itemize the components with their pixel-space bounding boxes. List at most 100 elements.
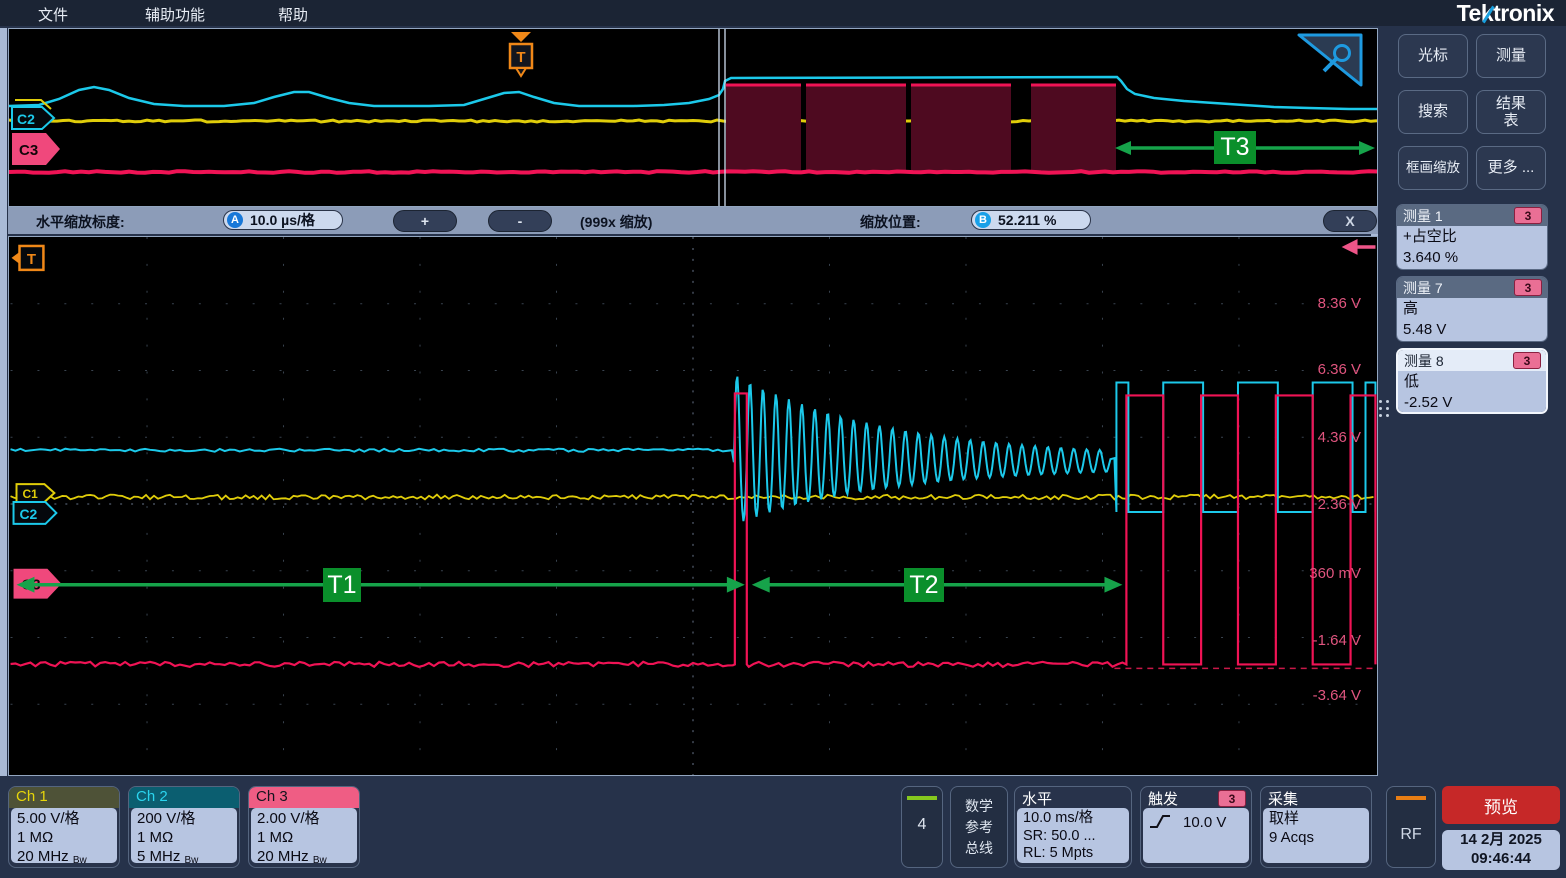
overview-trace-c3 [9,171,1377,173]
rising-edge-icon [1149,814,1171,829]
trigger-title: 触发 [1148,791,1178,808]
more-button[interactable]: 更多 ... [1476,146,1546,190]
rf-badge[interactable]: RF [1386,786,1436,868]
svg-text:C2: C2 [17,111,35,127]
overview-c3-tag[interactable]: C3 [12,133,60,165]
panel-drag-handle[interactable] [1379,400,1390,417]
t1-arrow [17,577,745,593]
trigger-badge[interactable]: 触发 3 10.0 V [1140,786,1252,868]
cursor-button[interactable]: 光标 [1398,34,1468,78]
source-chip: 3 [1514,279,1542,296]
ch2-badge[interactable]: Ch 2 200 V/格 1 MΩ 5 MHz Bw [128,786,240,868]
overview-c2-tag[interactable]: C2 [12,107,54,129]
measurement-badge-1[interactable]: 测量 1 3 +占空比 3.640 % [1396,204,1548,270]
svg-text:C1: C1 [22,487,38,501]
math-ref-bus-button[interactable]: 数学 参考 总线 [950,786,1008,868]
bottom-settings-bar: Ch 1 5.00 V/格 1 MΩ 20 MHz Bw Ch 2 200 V/… [0,778,1566,878]
overview-burst-block [726,84,801,172]
ch2-bandwidth: 5 MHz [137,848,180,865]
ch1-bandwidth: 20 MHz [17,848,69,865]
trigger-position-arrow[interactable] [1342,239,1376,255]
vscale-label: 360 mV [1271,565,1361,582]
results-table-button[interactable]: 结果 表 [1476,90,1546,134]
ch3-badge[interactable]: Ch 3 2.00 V/格 1 MΩ 20 MHz Bw [248,786,360,868]
math-label: 数学 [951,796,1007,817]
digital-channel-badge[interactable]: 4 [901,786,943,868]
measurement-title: 测量 8 [1404,353,1444,369]
bus-label: 总线 [951,838,1007,859]
menu-utility[interactable]: 辅助功能 [145,4,205,25]
overview-burst-block [806,84,906,172]
ch2-scale: 200 V/格 [137,810,231,829]
zoom-scale-label: 水平缩放标度: [36,212,125,232]
bw-suffix: Bw [185,855,199,866]
graticule-grid [11,237,1376,775]
zoom-position-label: 缩放位置: [860,212,921,232]
zoom-in-button[interactable]: + [393,210,457,232]
menu-help[interactable]: 帮助 [278,4,308,25]
trigger-level-tag[interactable]: T [12,246,44,270]
digital-accent-bar [907,796,937,800]
ch1-label: Ch 1 [9,787,119,808]
measurement-name: 低 [1404,372,1540,393]
digital-count: 4 [902,816,942,834]
measurement-title: 测量 7 [1403,280,1443,296]
record-length: RL: 5 Mpts [1023,845,1123,863]
measurement-badge-7[interactable]: 测量 7 3 高 5.48 V [1396,276,1548,342]
zoom-scale-bar: 水平缩放标度: A 10.0 µs/格 + - (999x 缩放) 缩放位置: … [8,207,1378,234]
main-waveform-svg: C1 C2 C3 T [9,237,1377,775]
zoom-flag-icon[interactable] [1299,35,1361,85]
vscale-label: -3.64 V [1271,687,1361,704]
zoom-close-button[interactable]: X [1323,210,1377,232]
datetime-badge[interactable]: 14 2月 2025 09:46:44 [1442,830,1560,870]
svg-text:C3: C3 [19,142,38,159]
measurement-name: +占空比 [1403,227,1541,248]
ch1-badge[interactable]: Ch 1 5.00 V/格 1 MΩ 20 MHz Bw [8,786,120,868]
overview-svg: C2 C3 T [9,29,1377,206]
overview-traces [9,77,1377,173]
overview-trigger-marker[interactable]: T [510,32,532,76]
c1-channel-tag[interactable]: C1 [17,484,55,502]
zoom-window-divider[interactable] [719,29,725,206]
zoom-scale-pill[interactable]: A 10.0 µs/格 [223,210,343,230]
vscale-label: -1.64 V [1271,632,1361,649]
ch3-bandwidth: 20 MHz [257,848,309,865]
trigger-level: 10.0 V [1183,814,1226,833]
zoom-position-value: 52.211 % [998,212,1056,228]
svg-text:C2: C2 [20,506,38,522]
svg-text:T: T [27,251,36,268]
preview-button[interactable]: 预览 [1442,786,1560,824]
c2-channel-tag[interactable]: C2 [14,502,57,524]
rf-label: RF [1387,826,1435,844]
zoom-position-pill[interactable]: B 52.211 % [971,210,1091,230]
ch3-label: Ch 3 [249,787,359,808]
trigger-source-chip: 3 [1218,790,1246,807]
measurement-badge-8[interactable]: 测量 8 3 低 -2.52 V [1396,348,1548,414]
measurement-value: -2.52 V [1404,393,1540,414]
source-chip: 3 [1513,352,1541,369]
ch1-scale: 5.00 V/格 [17,810,111,829]
vscale-label: 4.36 V [1271,429,1361,446]
zoom-scale-value: 10.0 µs/格 [250,210,315,230]
search-button[interactable]: 搜索 [1398,90,1468,134]
acq-mode: 取样 [1269,810,1363,829]
measure-button[interactable]: 测量 [1476,34,1546,78]
ch1-impedance: 1 MΩ [17,829,111,848]
menu-file[interactable]: 文件 [38,4,68,25]
acquisition-badge[interactable]: 采集 取样 9 Acqs [1260,786,1372,868]
measurement-name: 高 [1403,299,1541,320]
horizontal-badge[interactable]: 水平 10.0 ms/格 SR: 50.0 ... RL: 5 Mpts [1014,786,1132,868]
oscilloscope-screen: 文件 辅助功能 帮助 Tektronix C2 C3 [0,0,1566,878]
box-zoom-button[interactable]: 框画缩放 [1398,146,1468,190]
acq-count: 9 Acqs [1269,829,1363,848]
knob-a-icon: A [227,212,243,228]
zoom-out-button[interactable]: - [488,210,552,232]
horizontal-scale: 10.0 ms/格 [1023,810,1123,828]
ch2-impedance: 1 MΩ [137,829,231,848]
ch3-scale: 2.00 V/格 [257,810,351,829]
overview-burst-block [1031,84,1116,172]
ch2-label: Ch 2 [129,787,239,808]
ref-label: 参考 [951,817,1007,838]
menu-bar: 文件 辅助功能 帮助 Tektronix [0,0,1566,26]
source-chip: 3 [1514,207,1542,224]
